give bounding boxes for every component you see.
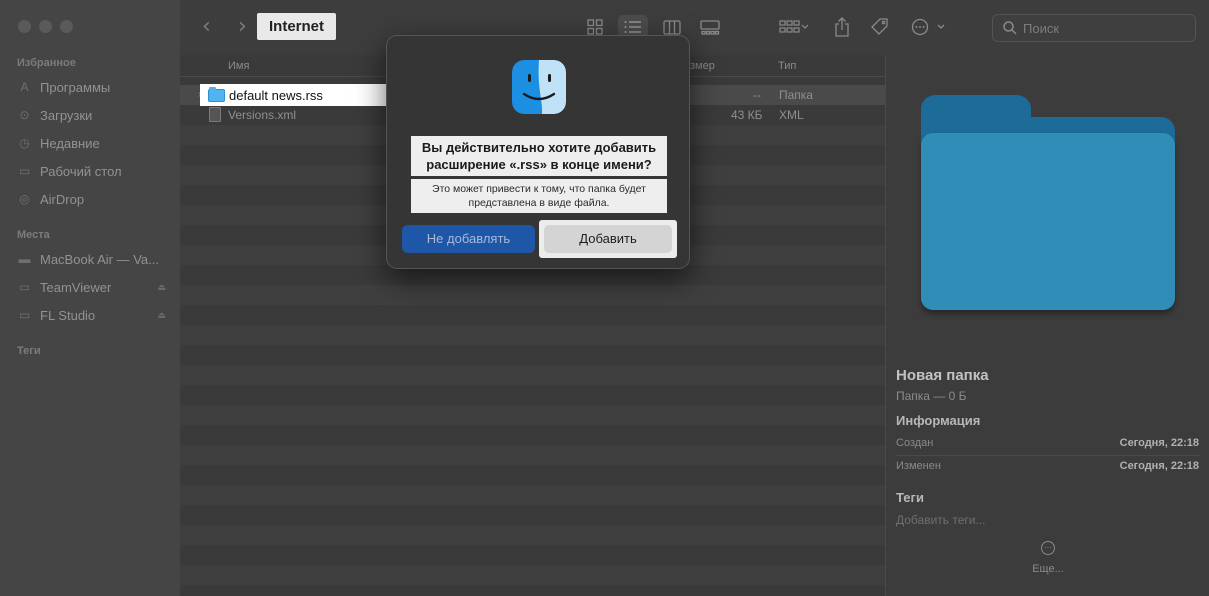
gallery-view-button[interactable] [698, 15, 722, 39]
window-controls [18, 20, 73, 33]
laptop-icon: ▬ [18, 252, 31, 266]
preview-subtitle: Папка — 0 Б [896, 389, 967, 403]
group-button[interactable] [776, 15, 812, 39]
dialog-title: Вы действительно хотите добавить расшире… [411, 136, 667, 176]
document-icon [209, 107, 221, 125]
sidebar-item-flstudio[interactable]: ▭ FL Studio ⏏ [16, 304, 166, 326]
desktop-icon: ▭ [18, 164, 31, 178]
empty-row [180, 485, 885, 505]
eject-icon[interactable]: ⏏ [157, 310, 166, 321]
search-field[interactable]: Поиск [992, 14, 1196, 42]
empty-row [180, 365, 885, 385]
sidebar-item-apps[interactable]: A Программы [16, 76, 166, 98]
empty-row [180, 505, 885, 525]
disk-icon: ▭ [18, 280, 31, 294]
add-button[interactable]: Добавить [544, 225, 672, 253]
tag-icon [871, 18, 888, 35]
dont-add-button[interactable]: Не добавлять [402, 225, 535, 253]
empty-row [180, 285, 885, 305]
empty-row [180, 545, 885, 565]
search-icon [1003, 21, 1017, 35]
close-window-button[interactable] [18, 20, 31, 33]
finder-window: Избранное A Программы ⊙ Загрузки ◷ Недав… [0, 0, 1209, 596]
row-size: 43 КБ [731, 108, 763, 122]
more-button[interactable]: ··· Еще... [1016, 541, 1080, 575]
rename-extension-dialog: Вы действительно хотите добавить расшире… [386, 35, 690, 269]
list-icon [624, 21, 641, 33]
search-placeholder: Поиск [1023, 20, 1060, 36]
columns-icon [663, 19, 681, 35]
share-icon [835, 17, 849, 37]
back-button[interactable]: ‹ [202, 14, 211, 39]
finder-icon [512, 60, 566, 114]
ellipsis-circle-icon [911, 18, 945, 36]
sidebar-section-tags: Теги [17, 345, 41, 357]
grid-icon [587, 19, 603, 35]
toolbar: ‹ › Internet Поиск [180, 0, 1209, 55]
empty-row [180, 465, 885, 485]
sidebar-item-airdrop[interactable]: ◎ AirDrop [16, 188, 166, 210]
sidebar-item-desktop[interactable]: ▭ Рабочий стол [16, 160, 166, 182]
row-name: default news.rss [229, 87, 323, 103]
forward-button[interactable]: › [238, 14, 247, 39]
row-kind: XML [779, 108, 804, 122]
group-icon [779, 20, 809, 33]
column-header-kind[interactable]: Тип [778, 60, 796, 72]
tags-input[interactable]: Добавить теги... [896, 513, 985, 527]
gallery-icon [700, 19, 720, 35]
row-size: -- [753, 88, 761, 102]
tag-button[interactable] [868, 15, 892, 39]
created-label: Создан [896, 437, 934, 449]
add-button-highlight: Добавить [539, 220, 677, 258]
divider [896, 455, 1200, 456]
column-header-size[interactable]: змер [690, 60, 715, 72]
sidebar-item-downloads[interactable]: ⊙ Загрузки [16, 104, 166, 126]
ellipsis-circle-icon: ··· [1041, 541, 1055, 555]
sidebar-item-teamviewer[interactable]: ▭ TeamViewer ⏏ [16, 276, 166, 298]
empty-row [180, 525, 885, 545]
empty-row [180, 565, 885, 585]
sidebar-item-recent[interactable]: ◷ Недавние [16, 132, 166, 154]
column-header-name[interactable]: Имя [228, 60, 249, 72]
info-header: Информация [896, 413, 981, 428]
empty-row [180, 425, 885, 445]
empty-row [180, 405, 885, 425]
empty-row [180, 305, 885, 325]
empty-row [180, 325, 885, 345]
sidebar-item-macbook[interactable]: ▬ MacBook Air — Va... [16, 248, 166, 270]
tags-header: Теги [896, 490, 924, 505]
more-actions-button[interactable] [910, 15, 946, 39]
empty-row [180, 385, 885, 405]
preview-pane: Новая папка Папка — 0 Б Информация Созда… [885, 55, 1209, 596]
apps-icon: A [20, 80, 29, 94]
recent-icon: ◷ [19, 136, 30, 150]
empty-row [180, 445, 885, 465]
zoom-window-button[interactable] [60, 20, 73, 33]
disk-icon: ▭ [18, 308, 31, 322]
more-label: Еще... [1032, 563, 1064, 575]
row-kind: Папка [779, 88, 813, 102]
eject-icon[interactable]: ⏏ [157, 282, 166, 293]
preview-title: Новая папка [896, 367, 989, 384]
folder-icon [208, 86, 225, 102]
dialog-message: Это может привести к тому, что папка буд… [411, 179, 667, 213]
window-title: Internet [257, 13, 337, 40]
created-value: Сегодня, 22:18 [1119, 437, 1199, 449]
modified-label: Изменен [896, 460, 941, 472]
sidebar-section-favorites: Избранное [17, 57, 76, 69]
sidebar-section-locations: Места [17, 229, 50, 241]
empty-row [180, 345, 885, 365]
folder-preview-icon [921, 95, 1175, 310]
share-button[interactable] [830, 15, 854, 39]
sidebar: Избранное A Программы ⊙ Загрузки ◷ Недав… [0, 0, 180, 596]
downloads-icon: ⊙ [19, 108, 30, 122]
row-name: Versions.xml [228, 108, 297, 122]
modified-value: Сегодня, 22:18 [1119, 460, 1199, 472]
airdrop-icon: ◎ [19, 192, 30, 206]
minimize-window-button[interactable] [39, 20, 52, 33]
